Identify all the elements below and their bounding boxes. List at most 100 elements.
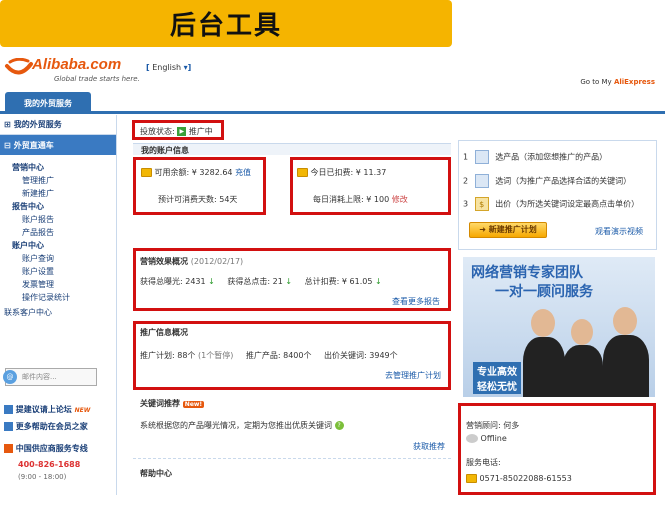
sidebar-item-invoice[interactable]: 发票管理 bbox=[0, 278, 116, 291]
advisor-phone-row: 0571-85022088-61553 bbox=[466, 474, 572, 483]
chat-icon: @ bbox=[3, 370, 17, 384]
products-label: 推广产品: bbox=[245, 351, 281, 360]
spend-highlight bbox=[290, 157, 451, 215]
logo-text: Alibaba.com bbox=[32, 56, 122, 73]
advisor-row: 营销顾问: 何多 bbox=[466, 420, 519, 431]
consultant-figure bbox=[523, 337, 565, 397]
help-icon[interactable]: ? bbox=[334, 421, 344, 430]
status-label: 投放状态: bbox=[140, 127, 175, 136]
promo-tag2: 轻松无忧 bbox=[473, 377, 521, 394]
advisor-phone-label: 服务电话: bbox=[466, 458, 501, 467]
exposure-label: 获得总曝光: bbox=[140, 277, 183, 286]
title-banner: 后台工具 bbox=[0, 0, 452, 47]
sidebar-item-operation-log[interactable]: 操作记录统计 bbox=[0, 291, 116, 304]
sidebar: ⊞ 我的外贸服务 ⊟ 外贸直通车 营销中心 管理推广 新建推广 报告中心 账户报… bbox=[0, 115, 117, 495]
demo-video-link[interactable]: 观看演示视频 bbox=[595, 226, 643, 237]
limit-label: 每日消耗上限: bbox=[313, 195, 364, 204]
step-2: 2 选词（为推广产品选择合适的关键词） bbox=[463, 174, 631, 188]
banner-title: 后台工具 bbox=[169, 11, 282, 41]
goto-text: Go to My bbox=[580, 78, 612, 86]
step-number: 2 bbox=[463, 176, 469, 186]
promo-info-stats: 推广计划: 88个 (1个暂停) 推广产品: 8400个 出价关键词: 3949… bbox=[140, 350, 398, 361]
new-plan-button[interactable]: ➜ 新建推广计划 bbox=[469, 222, 547, 238]
account-title: 我的账户信息 bbox=[141, 146, 189, 155]
smile-logo-icon bbox=[5, 58, 33, 75]
more-reports-link[interactable]: 查看更多报告 bbox=[392, 296, 440, 307]
consultant-head bbox=[571, 319, 593, 345]
forum-icon bbox=[4, 405, 13, 414]
exposure-value: 2431 bbox=[185, 277, 206, 286]
sidebar-item-manage[interactable]: 管理推广 bbox=[0, 174, 116, 187]
select-keyword-icon bbox=[474, 174, 489, 188]
sidebar-item-new[interactable]: 新建推广 bbox=[0, 187, 116, 200]
coin-icon bbox=[297, 168, 308, 177]
step-3: 3 $ 出价（为所选关键词设定最高点击单价） bbox=[463, 197, 639, 211]
sidebar-item-account-report[interactable]: 账户报告 bbox=[0, 213, 116, 226]
step-text: 出价（为所选关键词设定最高点击单价） bbox=[495, 199, 640, 209]
modify-link[interactable]: 修改 bbox=[392, 195, 408, 204]
mail-input[interactable]: @ 邮件内容... bbox=[3, 368, 97, 386]
alibaba-logo[interactable]: Alibaba.com Global trade starts here. bbox=[4, 56, 144, 90]
service-line-text: 中国供应商服务专线 bbox=[15, 444, 88, 453]
promo-line1: 网络营销专家团队 bbox=[471, 265, 583, 281]
sidebar-item-account-settings[interactable]: 账户设置 bbox=[0, 265, 116, 278]
phone-icon bbox=[466, 474, 477, 483]
clicks-value: 21 bbox=[272, 277, 283, 286]
keyword-rec-text: 系统根据您的产品曝光情况，定期为您推出优质关键词 bbox=[140, 421, 332, 430]
advisor-status: Offline bbox=[480, 434, 507, 443]
limit-value: ¥ 100 bbox=[366, 195, 390, 204]
get-recommendation-link[interactable]: 获取推荐 bbox=[413, 441, 445, 452]
manage-plans-link[interactable]: 去管理推广计划 bbox=[385, 370, 441, 381]
advisor-phone: 0571-85022088-61553 bbox=[479, 474, 572, 483]
tab-my-services[interactable]: 我的外贸服务 bbox=[5, 92, 91, 114]
consultant-head bbox=[531, 309, 555, 337]
clicks-label: 获得总点击: bbox=[227, 277, 271, 286]
status-row: 投放状态: ▶ 推广中 bbox=[140, 126, 213, 137]
plans-value: 88个 bbox=[177, 351, 196, 360]
sidebar-item-product-report[interactable]: 产品报告 bbox=[0, 226, 116, 239]
sidebar-contact-label: 联系客户中心 bbox=[4, 308, 52, 317]
cost-value: ¥ 61.05 bbox=[341, 277, 373, 286]
recharge-link[interactable]: 充值 bbox=[235, 168, 251, 177]
status-value: 推广中 bbox=[188, 127, 213, 136]
sidebar-section-p4p[interactable]: ⊟ 外贸直通车 bbox=[0, 135, 116, 155]
add-arrow-icon: ➜ bbox=[479, 225, 486, 234]
consultant-head bbox=[613, 307, 637, 335]
sidebar-group-marketing: 营销中心 bbox=[12, 163, 44, 172]
help-link[interactable]: 更多帮助在会员之家 bbox=[4, 420, 88, 434]
sidebar-section-my-services[interactable]: ⊞ 我的外贸服务 bbox=[0, 115, 116, 135]
effect-date: (2012/02/17) bbox=[190, 257, 244, 266]
dollar-icon: $ bbox=[474, 197, 489, 211]
sidebar-item-account-query[interactable]: 账户查询 bbox=[0, 252, 116, 265]
down-arrow-icon: ↓ bbox=[208, 277, 215, 286]
promo-info-title: 推广信息概况 bbox=[140, 328, 188, 337]
step-number: 1 bbox=[463, 152, 469, 162]
help-icon bbox=[4, 422, 13, 431]
effect-stats: 获得总曝光: 2431 ↓ 获得总点击: 21 ↓ 总计扣费: ¥ 61.05 … bbox=[140, 276, 382, 287]
divider bbox=[133, 458, 451, 459]
sidebar-group-reports: 报告中心 bbox=[12, 202, 44, 211]
down-arrow-icon: ↓ bbox=[374, 277, 382, 286]
promo-banner[interactable]: 网络营销专家团队 一对一顾问服务 专业高效 轻松无忧 bbox=[463, 257, 655, 397]
language-select[interactable]: [ English ▾] bbox=[146, 63, 191, 72]
step-text: 选产品（添加您想推广的产品） bbox=[495, 152, 608, 162]
new-badge: New! bbox=[182, 401, 205, 408]
play-icon: ▶ bbox=[177, 127, 187, 136]
new-plan-label: 新建推广计划 bbox=[488, 225, 537, 234]
forum-link[interactable]: 提建议请上论坛 NEW bbox=[4, 403, 90, 417]
days-row: 预计可消费天数: 54天 bbox=[158, 194, 237, 205]
step-text: 选词（为推广产品选择合适的关键词） bbox=[495, 176, 632, 186]
advisor-name: 何多 bbox=[503, 421, 520, 430]
language-value: English bbox=[152, 63, 182, 72]
effect-title: 营销效果概况 bbox=[140, 257, 188, 266]
today-value: ¥ 11.37 bbox=[355, 168, 387, 177]
advisor-status-row[interactable]: Offline bbox=[466, 434, 507, 443]
minus-icon: ⊟ bbox=[4, 140, 11, 150]
sidebar-section-label: 我的外贸服务 bbox=[13, 120, 62, 129]
aliexpress-brand: AliExpress bbox=[613, 78, 655, 86]
paused-count: (1个暂停) bbox=[197, 351, 234, 360]
step-number: 3 bbox=[463, 199, 469, 209]
keyword-rec-title: 关键词推荐 bbox=[140, 399, 180, 408]
goto-aliexpress-link[interactable]: Go to My AliExpress bbox=[580, 78, 655, 86]
advisor-label: 营销顾问: bbox=[466, 421, 501, 430]
